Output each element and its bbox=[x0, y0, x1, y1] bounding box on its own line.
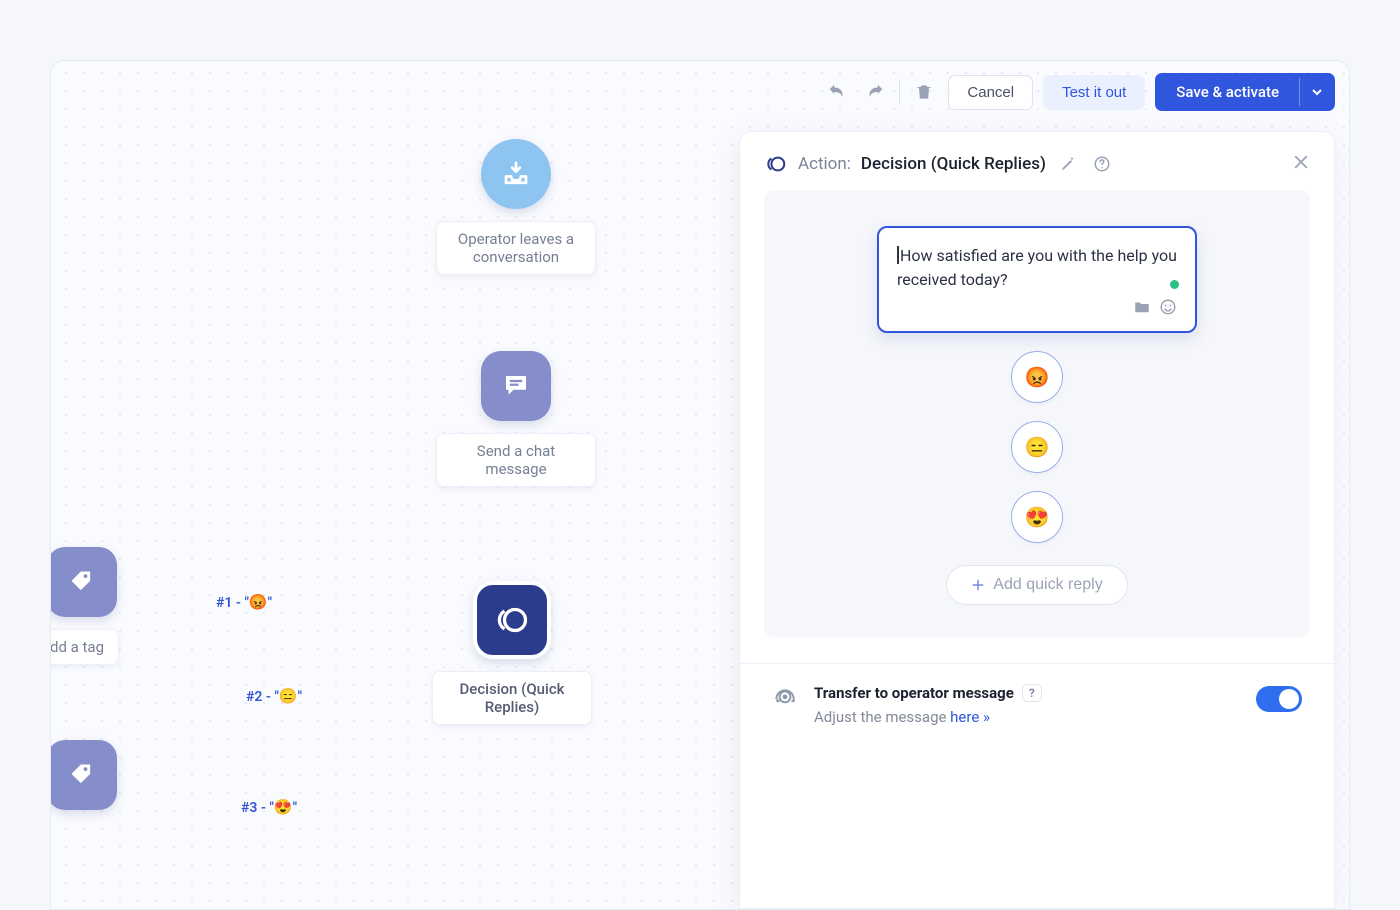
node-send-chat-label: Send a chat message bbox=[436, 433, 596, 487]
quick-reply-1[interactable]: 😡 bbox=[1011, 351, 1063, 403]
cancel-button[interactable]: Cancel bbox=[948, 75, 1033, 110]
decision-header-icon bbox=[764, 152, 788, 176]
save-activate-dropdown[interactable] bbox=[1299, 78, 1334, 106]
transfer-subtitle: Adjust the message here » bbox=[814, 708, 1242, 726]
test-button[interactable]: Test it out bbox=[1043, 75, 1145, 110]
edges-layer bbox=[51, 61, 351, 211]
decision-icon bbox=[473, 581, 551, 659]
toolbar: Cancel Test it out Save & activate bbox=[823, 73, 1335, 111]
edge-label-2: #2 - "😑" bbox=[246, 687, 302, 705]
prompt-text: How satisfied are you with the help you … bbox=[897, 244, 1177, 292]
edge-label-1: #1 - "😡" bbox=[216, 593, 272, 611]
panel-action-name: Decision (Quick Replies) bbox=[861, 154, 1046, 174]
node-start[interactable]: Operator leaves a conversation bbox=[436, 139, 596, 275]
inbox-icon bbox=[481, 139, 551, 209]
node-send-chat[interactable]: Send a chat message bbox=[436, 351, 596, 487]
toolbar-divider bbox=[899, 79, 900, 105]
node-decision-label: Decision (Quick Replies) bbox=[432, 671, 592, 725]
panel-body: How satisfied are you with the help you … bbox=[764, 190, 1310, 637]
operator-icon bbox=[772, 686, 800, 716]
emoji-icon[interactable] bbox=[1159, 298, 1177, 321]
node-add-tag-2[interactable] bbox=[50, 740, 117, 810]
node-add-tag-1-label: dd a tag bbox=[50, 629, 119, 665]
edit-icon[interactable] bbox=[1056, 152, 1080, 176]
trash-icon[interactable] bbox=[910, 78, 938, 106]
transfer-help-icon[interactable]: ? bbox=[1022, 684, 1042, 702]
help-icon[interactable] bbox=[1090, 152, 1114, 176]
close-icon[interactable] bbox=[1292, 152, 1310, 176]
node-decision[interactable]: Decision (Quick Replies) bbox=[432, 581, 592, 725]
transfer-here-link[interactable]: here » bbox=[950, 708, 990, 726]
tag-icon bbox=[50, 740, 117, 810]
save-activate-button[interactable]: Save & activate bbox=[1155, 73, 1335, 111]
add-quick-reply-label: Add quick reply bbox=[993, 576, 1102, 594]
undo-icon[interactable] bbox=[823, 78, 851, 106]
panel-action-prefix: Action: bbox=[798, 154, 851, 174]
toggle-knob bbox=[1279, 689, 1299, 709]
tag-icon bbox=[50, 547, 117, 617]
folder-icon[interactable] bbox=[1133, 298, 1151, 321]
add-quick-reply-button[interactable]: Add quick reply bbox=[946, 565, 1127, 605]
transfer-toggle[interactable] bbox=[1256, 686, 1302, 712]
app-frame: Cancel Test it out Save & activate bbox=[50, 60, 1350, 910]
edge-label-3: #3 - "😍" bbox=[241, 798, 297, 816]
status-dot bbox=[1170, 280, 1179, 289]
chat-icon bbox=[481, 351, 551, 421]
node-start-label: Operator leaves a conversation bbox=[436, 221, 596, 275]
transfer-title: Transfer to operator message bbox=[814, 684, 1014, 702]
redo-icon[interactable] bbox=[861, 78, 889, 106]
node-add-tag-1[interactable]: dd a tag bbox=[50, 547, 119, 665]
panel-header: Action: Decision (Quick Replies) bbox=[740, 132, 1334, 190]
transfer-row: Transfer to operator message ? Adjust th… bbox=[740, 664, 1334, 750]
plus-icon bbox=[971, 578, 985, 592]
save-activate-label: Save & activate bbox=[1156, 74, 1299, 110]
quick-reply-3[interactable]: 😍 bbox=[1011, 491, 1063, 543]
quick-reply-2[interactable]: 😑 bbox=[1011, 421, 1063, 473]
prompt-input[interactable]: How satisfied are you with the help you … bbox=[877, 226, 1197, 333]
action-panel: Action: Decision (Quick Replies) How sat… bbox=[739, 131, 1335, 909]
